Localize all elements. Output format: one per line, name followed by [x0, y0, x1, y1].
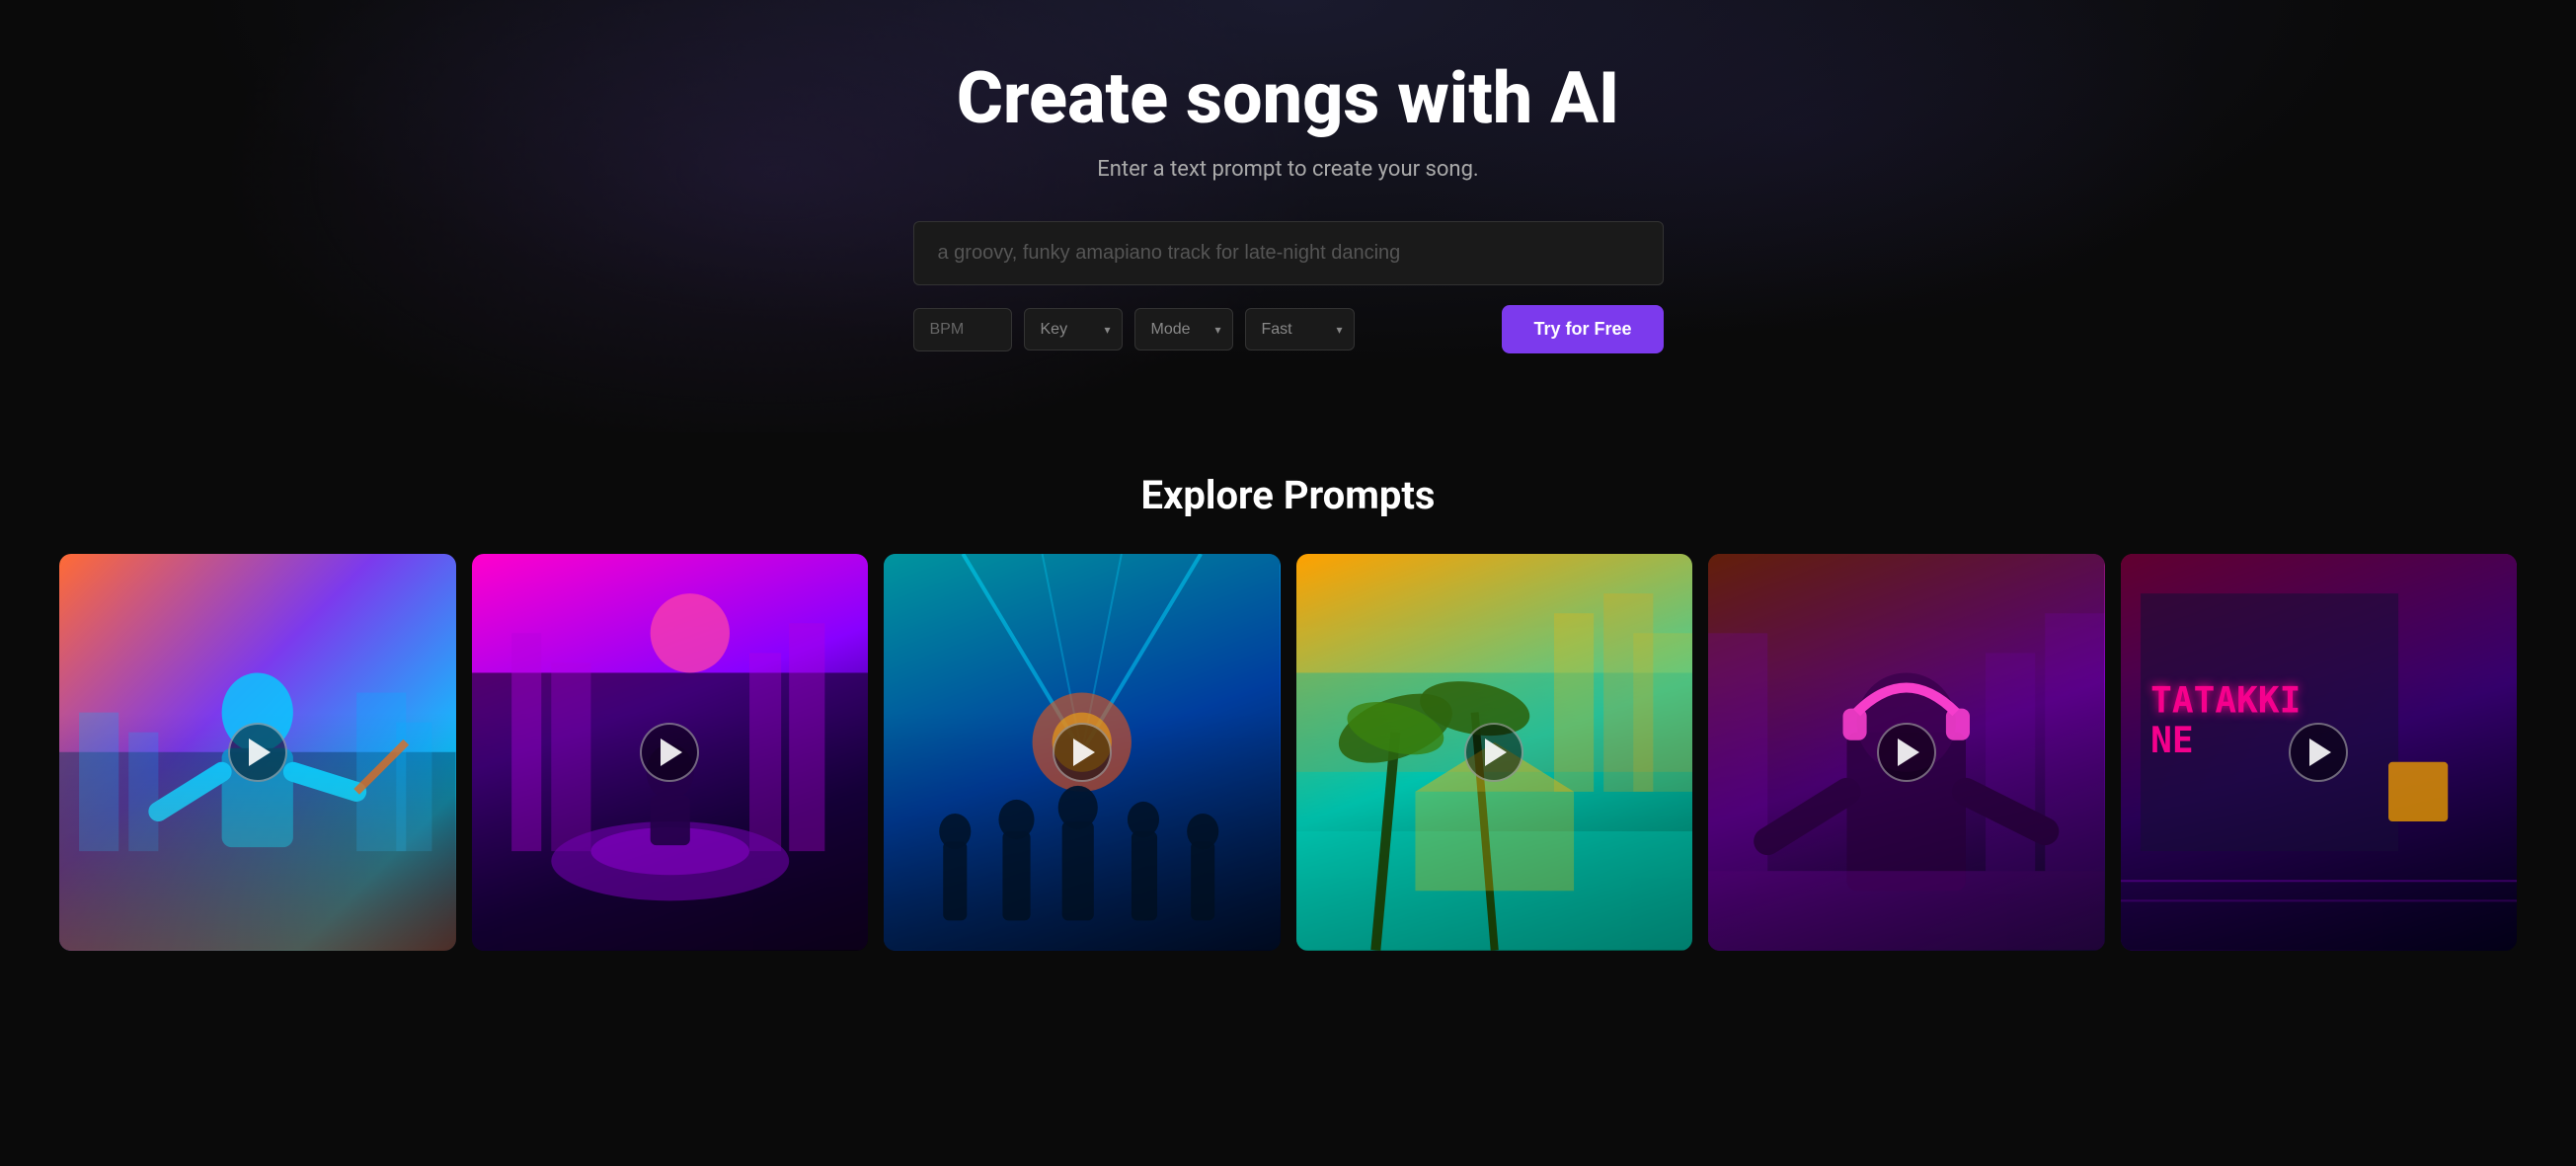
- bpm-input[interactable]: [913, 308, 1012, 351]
- page-subtitle: Enter a text prompt to create your song.: [1097, 157, 1478, 182]
- mode-select[interactable]: Mode Major Minor: [1134, 308, 1233, 350]
- play-button-3[interactable]: [884, 554, 1281, 951]
- prompt-card-1[interactable]: [59, 554, 456, 951]
- prompt-card-2[interactable]: [472, 554, 869, 951]
- play-button-1[interactable]: [59, 554, 456, 951]
- controls-row: Key CDE FGAB ▾ Mode Major Minor ▾ Fast M…: [913, 305, 1664, 353]
- explore-title: Explore Prompts: [59, 472, 2517, 518]
- hero-section: Create songs with AI Enter a text prompt…: [0, 0, 2576, 432]
- play-button-4[interactable]: [1296, 554, 1693, 951]
- prompt-card-3[interactable]: [884, 554, 1281, 951]
- mode-select-wrapper: Mode Major Minor ▾: [1134, 308, 1233, 350]
- explore-section: Explore Prompts: [0, 432, 2576, 990]
- speed-select-wrapper: Fast Medium Slow ▾: [1245, 308, 1355, 350]
- speed-select[interactable]: Fast Medium Slow: [1245, 308, 1355, 350]
- prompt-container: [913, 221, 1664, 285]
- prompt-card-4[interactable]: [1296, 554, 1693, 951]
- play-button-5[interactable]: [1708, 554, 2105, 951]
- prompt-card-5[interactable]: [1708, 554, 2105, 951]
- play-button-6[interactable]: [2121, 554, 2518, 951]
- key-select-wrapper: Key CDE FGAB ▾: [1024, 308, 1123, 350]
- key-select[interactable]: Key CDE FGAB: [1024, 308, 1123, 350]
- try-free-button[interactable]: Try for Free: [1502, 305, 1663, 353]
- prompts-grid: TATAKKI NE: [59, 554, 2517, 951]
- prompt-input[interactable]: [913, 221, 1664, 285]
- prompt-card-6[interactable]: TATAKKI NE: [2121, 554, 2518, 951]
- play-button-2[interactable]: [472, 554, 869, 951]
- page-title: Create songs with AI: [957, 59, 1620, 137]
